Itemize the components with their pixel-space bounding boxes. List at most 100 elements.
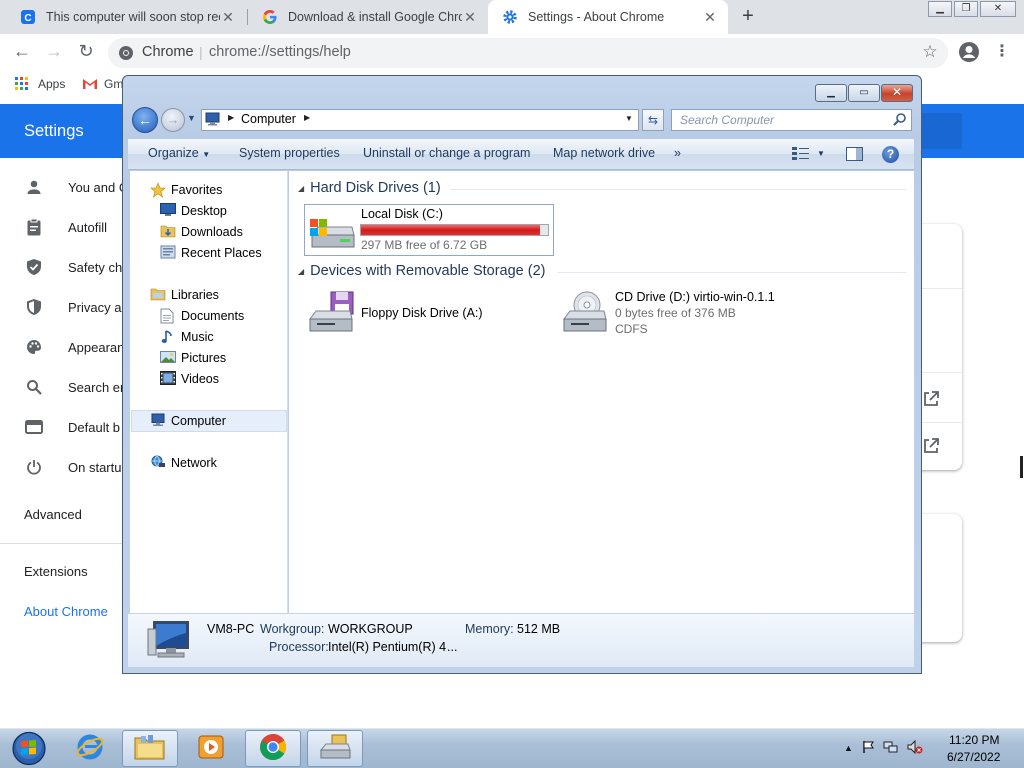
chevron-down-icon[interactable]: ▼ bbox=[817, 149, 825, 158]
settings-nav-default-browser[interactable]: Default b bbox=[24, 416, 120, 438]
help-icon[interactable]: ? bbox=[882, 146, 899, 163]
chrome-logo-icon bbox=[258, 732, 288, 765]
search-icon[interactable] bbox=[893, 112, 907, 126]
nav-label: Pictures bbox=[181, 351, 227, 365]
tab-title: This computer will soon stop rec bbox=[46, 10, 220, 24]
tab-1[interactable]: Download & install Google Chro ✕ bbox=[248, 0, 488, 34]
settings-nav-about-chrome[interactable]: About Chrome bbox=[24, 604, 108, 619]
nav-documents[interactable]: Documents bbox=[160, 307, 244, 325]
close-tab-icon[interactable]: ✕ bbox=[462, 9, 478, 25]
taskbar-chrome[interactable] bbox=[245, 730, 301, 767]
settings-nav-extensions[interactable]: Extensions bbox=[24, 564, 88, 579]
nav-pictures[interactable]: Pictures bbox=[160, 349, 226, 367]
network-tray-icon[interactable] bbox=[883, 740, 899, 757]
taskbar-internet-explorer[interactable] bbox=[62, 730, 118, 767]
show-hidden-icons-arrow[interactable]: ▲ bbox=[844, 743, 853, 753]
processor-label: Processor: bbox=[269, 640, 329, 654]
shield-icon bbox=[24, 297, 44, 317]
drive-c-free-space: 297 MB free of 6.72 GB bbox=[361, 238, 488, 252]
bookmark-star-icon[interactable]: ☆ bbox=[916, 38, 944, 66]
nav-downloads[interactable]: Downloads bbox=[160, 223, 243, 241]
nav-recent-places[interactable]: Recent Places bbox=[160, 244, 262, 262]
nav-label: Recent Places bbox=[181, 246, 262, 260]
settings-search-box[interactable] bbox=[916, 113, 962, 149]
system-properties-button[interactable]: System properties bbox=[239, 146, 340, 160]
view-options-icon[interactable] bbox=[792, 147, 810, 161]
external-link-icon[interactable] bbox=[922, 390, 940, 408]
breadcrumb-arrow-icon[interactable]: ▶ bbox=[304, 113, 310, 122]
clock-date[interactable]: 6/27/2022 bbox=[947, 750, 1000, 764]
omnibox-url[interactable]: chrome://settings/help bbox=[209, 44, 351, 60]
card-divider bbox=[922, 372, 962, 373]
refresh-icon[interactable]: ⇆ bbox=[642, 109, 664, 131]
nav-favorites[interactable]: Favorites bbox=[150, 181, 222, 199]
volume-muted-icon[interactable] bbox=[907, 739, 923, 757]
minimize-icon[interactable]: ▁ bbox=[815, 84, 847, 102]
nav-label: Search er bbox=[68, 379, 125, 395]
menu-kebab-icon[interactable]: ⋮ bbox=[988, 38, 1016, 66]
tab-2[interactable]: Settings - About Chrome ✕ bbox=[488, 0, 728, 34]
card-divider bbox=[922, 288, 962, 289]
settings-nav-autofill[interactable]: Autofill bbox=[24, 216, 107, 238]
new-tab-button[interactable]: + bbox=[736, 5, 760, 29]
taskbar-media-player[interactable] bbox=[183, 730, 239, 767]
bookmark-gmail[interactable]: Gm bbox=[104, 77, 123, 91]
nav-music[interactable]: Music bbox=[160, 328, 214, 346]
external-link-icon[interactable] bbox=[922, 437, 940, 455]
nav-libraries[interactable]: Libraries bbox=[150, 286, 219, 304]
forward-arrow-icon[interactable]: → bbox=[161, 108, 185, 132]
close-icon[interactable]: ✕ bbox=[881, 84, 913, 102]
taskbar-windows-explorer[interactable] bbox=[122, 730, 178, 767]
nav-desktop[interactable]: Desktop bbox=[160, 202, 227, 220]
back-arrow-icon[interactable]: ← bbox=[132, 107, 158, 133]
nav-network[interactable]: Network bbox=[150, 454, 217, 472]
close-window-icon[interactable]: ✕ bbox=[980, 1, 1016, 17]
settings-nav-search-engine[interactable]: Search er bbox=[24, 376, 124, 398]
reload-icon[interactable]: ↻ bbox=[72, 38, 100, 66]
apps-grid-icon[interactable] bbox=[15, 77, 29, 91]
drive-floppy-name: Floppy Disk Drive (A:) bbox=[361, 306, 483, 320]
start-button[interactable] bbox=[2, 729, 56, 768]
preview-pane-icon[interactable] bbox=[846, 147, 863, 161]
maximize-icon[interactable]: ▭ bbox=[848, 84, 880, 102]
restore-icon[interactable]: ❐ bbox=[954, 1, 978, 17]
action-center-flag-icon[interactable] bbox=[861, 740, 875, 757]
settings-nav-you-and-google[interactable]: You and G bbox=[24, 176, 129, 198]
group-hard-disk-drives[interactable]: ◢ Hard Disk Drives (1) bbox=[298, 180, 441, 196]
memory-value: 512 MB bbox=[517, 622, 561, 636]
forward-arrow-icon[interactable]: → bbox=[40, 38, 68, 66]
back-arrow-icon[interactable]: ← bbox=[8, 38, 36, 66]
uninstall-program-button[interactable]: Uninstall or change a program bbox=[363, 146, 530, 160]
nav-videos[interactable]: Videos bbox=[160, 370, 219, 388]
map-network-drive-button[interactable]: Map network drive bbox=[553, 146, 655, 160]
taskbar-computer[interactable] bbox=[307, 730, 363, 767]
settings-nav-privacy[interactable]: Privacy a bbox=[24, 296, 121, 318]
minimize-icon[interactable]: ▁ bbox=[928, 1, 952, 17]
settings-nav-on-startup[interactable]: On startu bbox=[24, 456, 121, 478]
close-tab-icon[interactable]: ✕ bbox=[702, 9, 718, 25]
nav-label: Appearan bbox=[68, 339, 125, 355]
tab-0[interactable]: C This computer will soon stop rec ✕ bbox=[6, 0, 246, 34]
profile-avatar-icon[interactable] bbox=[958, 41, 980, 63]
group-divider bbox=[558, 272, 906, 273]
settings-nav-advanced[interactable]: Advanced bbox=[24, 507, 82, 522]
chevron-down-icon[interactable]: ▼ bbox=[625, 114, 633, 123]
clock-time[interactable]: 11:20 PM bbox=[949, 733, 999, 747]
history-dropdown-icon[interactable]: ▼ bbox=[187, 113, 196, 123]
nav-label: Privacy a bbox=[68, 299, 122, 315]
search-input[interactable]: Search Computer bbox=[671, 109, 912, 131]
group-removable-storage[interactable]: ◢ Devices with Removable Storage (2) bbox=[298, 263, 545, 279]
collapse-arrow-icon: ◢ bbox=[298, 183, 305, 193]
more-commands-button[interactable]: » bbox=[674, 146, 681, 160]
close-tab-icon[interactable]: ✕ bbox=[220, 9, 236, 25]
breadcrumb-computer[interactable]: Computer bbox=[241, 112, 296, 126]
nav-computer[interactable]: Computer bbox=[150, 412, 226, 430]
gmail-icon[interactable] bbox=[82, 77, 98, 90]
memory-label: Memory: bbox=[465, 622, 514, 636]
bookmark-apps[interactable]: Apps bbox=[38, 77, 65, 91]
organize-menu[interactable]: Organize ▼ bbox=[148, 146, 210, 160]
breadcrumb-arrow-icon[interactable]: ▶ bbox=[228, 113, 234, 122]
settings-nav-appearance[interactable]: Appearan bbox=[24, 336, 124, 358]
nav-label: Desktop bbox=[181, 204, 227, 218]
settings-nav-safety-check[interactable]: Safety ch bbox=[24, 256, 122, 278]
